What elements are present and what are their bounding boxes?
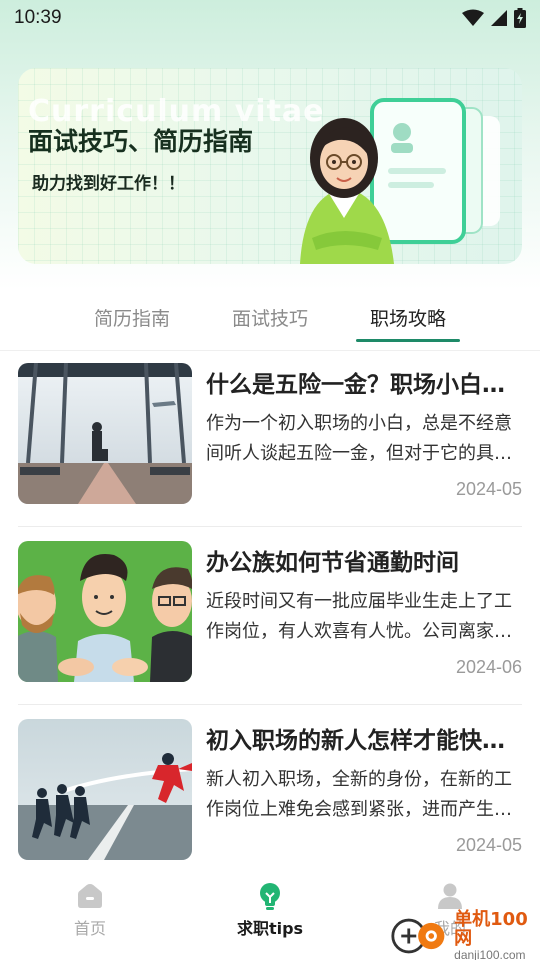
article-title: 什么是五险一金？职场小白必看: [206, 372, 522, 398]
article-snippet: 作为一个初入职场的小白，总是不经意间听人谈起五险一金，但对于它的具体内容却不甚了…: [206, 413, 512, 464]
status-bar: 10:39: [0, 0, 540, 36]
lightbulb-icon: [260, 883, 280, 910]
article-thumbnail: [18, 719, 192, 860]
article-thumbnail: [18, 363, 192, 504]
tab-resume-guide[interactable]: 简历指南: [80, 298, 184, 342]
article-snippet: 新人初入职场，全新的身份，在新的工作岗位上难免会感到紧张，进而产生焦虑情绪: [206, 769, 512, 820]
handshake-team-image: [18, 541, 192, 682]
home-icon: [78, 884, 102, 908]
status-time: 10:39: [14, 7, 62, 28]
tab-interview-tips[interactable]: 面试技巧: [218, 298, 322, 342]
article-item[interactable]: 初入职场的新人怎样才能快速适应 新人初入职场，全新的身份，在新的工作岗位上难免会…: [18, 719, 522, 861]
article-item[interactable]: 什么是五险一金？职场小白必看 作为一个初入职场的小白，总是不经意间听人谈起五险一…: [18, 363, 522, 505]
nav-home[interactable]: 首页: [0, 872, 180, 960]
article-date: 2024-05: [455, 479, 522, 499]
business-race-image: [18, 719, 192, 860]
article-item[interactable]: 办公族如何节省通勤时间 近段时间又有一批应届毕业生走上了工作岗位，有人欢喜有人忧…: [18, 541, 522, 683]
category-tabs: 简历指南 面试技巧 职场攻略: [0, 298, 540, 344]
article-title: 办公族如何节省通勤时间: [206, 550, 459, 576]
banner-subtitle: 助力找到好工作！！: [32, 174, 185, 194]
plus-circle-logo-icon: [391, 918, 445, 954]
tabs-divider: [0, 350, 540, 351]
promo-banner[interactable]: Curriculum vitae 面试技巧、简历指南 助力找到好工作！！: [18, 68, 522, 264]
nav-job-tips-label: 求职tips: [236, 919, 304, 938]
watermark-site-name: 单机100网: [454, 908, 528, 949]
site-watermark: 单机100网 danji100.com: [390, 908, 540, 960]
wifi-icon: [462, 9, 484, 26]
airport-window-image: [18, 363, 192, 504]
tab-workplace-strategy[interactable]: 职场攻略: [356, 298, 461, 342]
row-divider: [18, 704, 522, 705]
row-divider: [18, 526, 522, 527]
article-thumbnail: [18, 541, 192, 682]
nav-home-label: 首页: [73, 919, 106, 938]
article-title: 初入职场的新人怎样才能快速适应: [206, 728, 522, 754]
article-date: 2024-06: [455, 657, 522, 677]
user-icon: [438, 883, 462, 909]
banner-title: 面试技巧、简历指南: [28, 127, 254, 156]
nav-job-tips[interactable]: 求职tips: [180, 872, 360, 960]
status-icons: [462, 8, 526, 28]
watermark-site-url: danji100.com: [454, 947, 526, 960]
article-date: 2024-05: [455, 835, 522, 855]
article-snippet: 近段时间又有一批应届毕业生走上了工作岗位，有人欢喜有人忧。公司离家远的通勤问题: [206, 591, 512, 642]
banner-illustration: [300, 98, 500, 264]
cellular-signal-icon: [491, 10, 507, 26]
battery-icon: [514, 8, 526, 28]
